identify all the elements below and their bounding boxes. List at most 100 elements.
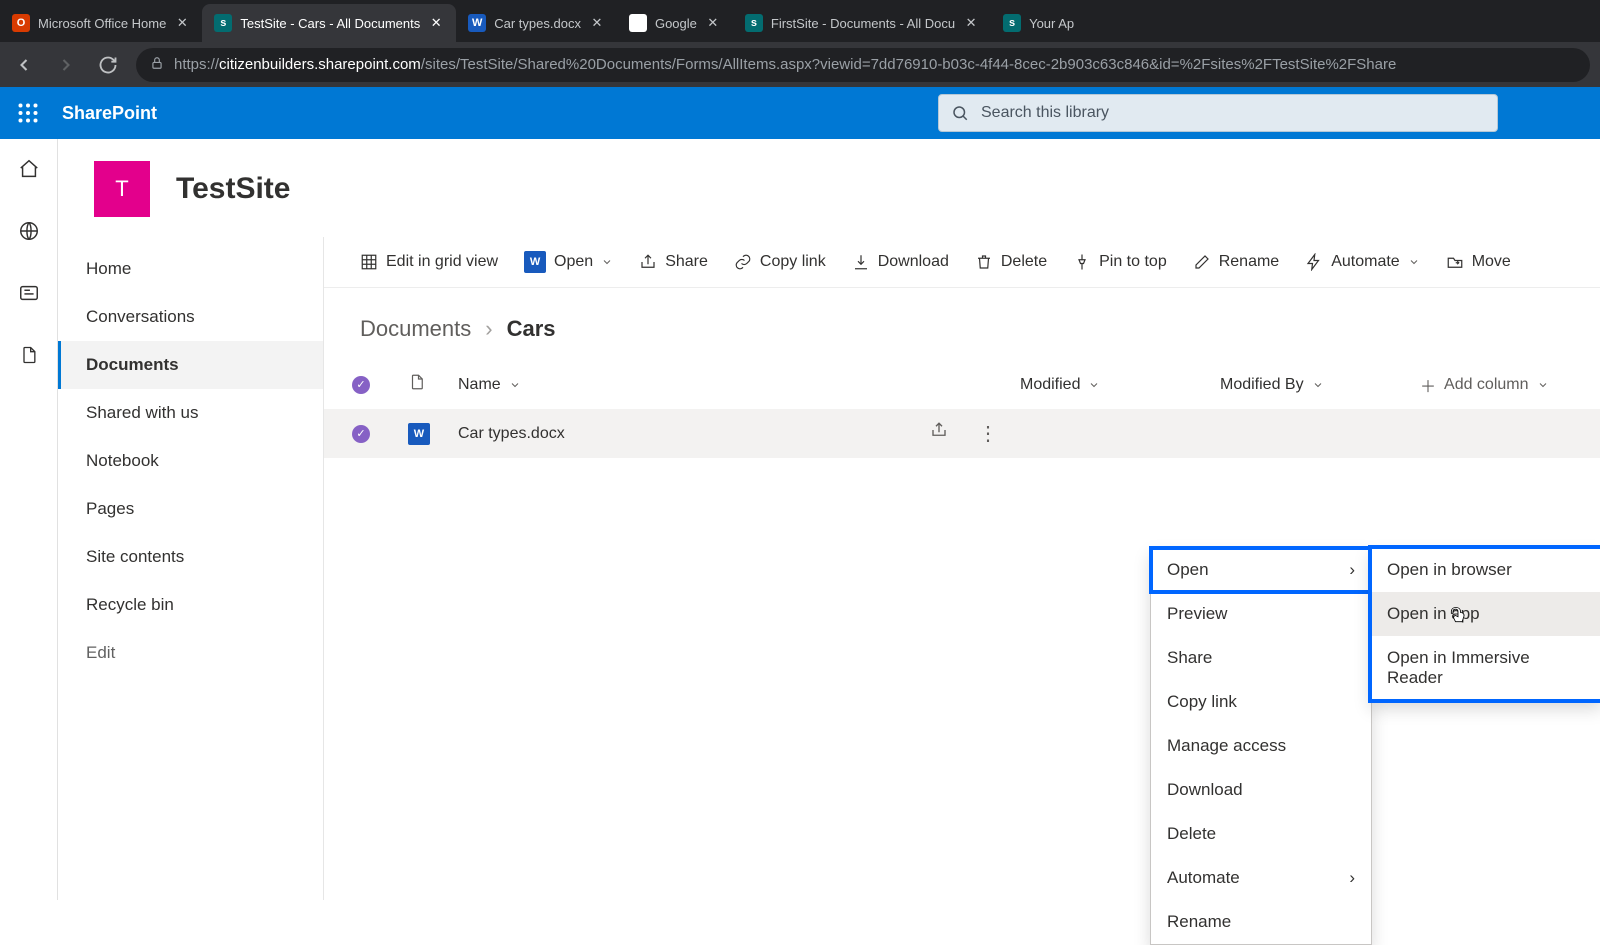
site-title[interactable]: TestSite bbox=[176, 172, 290, 206]
open-button[interactable]: WOpen bbox=[524, 251, 613, 273]
file-name[interactable]: Car types.docx bbox=[458, 425, 565, 443]
url-text: https://citizenbuilders.sharepoint.com/s… bbox=[174, 56, 1396, 73]
search-placeholder: Search this library bbox=[981, 104, 1109, 122]
row-select-toggle[interactable] bbox=[352, 425, 370, 443]
close-icon[interactable]: ✕ bbox=[428, 15, 444, 31]
browser-tab[interactable]: s Your Ap bbox=[991, 4, 1086, 42]
share-button[interactable]: Share bbox=[639, 253, 708, 271]
submenu-open-browser[interactable]: Open in browser bbox=[1371, 548, 1600, 592]
breadcrumb-root[interactable]: Documents bbox=[360, 316, 471, 342]
download-button[interactable]: Download bbox=[852, 253, 949, 271]
browser-tab[interactable]: s FirstSite - Documents - All Docu ✕ bbox=[733, 4, 991, 42]
nav-recycle-bin[interactable]: Recycle bin bbox=[58, 581, 323, 629]
close-icon[interactable]: ✕ bbox=[174, 15, 190, 31]
submenu-open-immersive[interactable]: Open in Immersive Reader bbox=[1371, 636, 1600, 700]
menu-delete[interactable]: Delete bbox=[1151, 812, 1371, 856]
sharepoint-icon: s bbox=[214, 14, 232, 32]
tab-title: Your Ap bbox=[1029, 16, 1074, 31]
lock-icon bbox=[150, 56, 164, 74]
site-header: T TestSite bbox=[58, 139, 1600, 237]
reload-button[interactable] bbox=[94, 51, 122, 79]
back-button[interactable] bbox=[10, 51, 38, 79]
browser-toolbar: https://citizenbuilders.sharepoint.com/s… bbox=[0, 42, 1600, 87]
nav-edit[interactable]: Edit bbox=[58, 629, 323, 677]
command-bar: Edit in grid view WOpen Share Copy link … bbox=[324, 237, 1600, 288]
column-modified-by[interactable]: Modified By bbox=[1220, 376, 1420, 394]
nav-home[interactable]: Home bbox=[58, 245, 323, 293]
global-nav-rail bbox=[0, 139, 58, 900]
table-row[interactable]: W Car types.docx ⋮ bbox=[324, 409, 1600, 458]
add-column-button[interactable]: ＋ Add column bbox=[1420, 373, 1600, 397]
sharepoint-icon: s bbox=[745, 14, 763, 32]
nav-notebook[interactable]: Notebook bbox=[58, 437, 323, 485]
menu-automate[interactable]: Automate› bbox=[1151, 856, 1371, 900]
menu-rename[interactable]: Rename bbox=[1151, 900, 1371, 944]
chevron-right-icon: › bbox=[1349, 560, 1355, 580]
close-icon[interactable]: ✕ bbox=[589, 15, 605, 31]
home-icon[interactable] bbox=[17, 157, 41, 181]
menu-manage-access[interactable]: Manage access bbox=[1151, 724, 1371, 768]
tab-title: Car types.docx bbox=[494, 16, 581, 31]
google-icon: G bbox=[629, 14, 647, 32]
browser-tab[interactable]: O Microsoft Office Home ✕ bbox=[0, 4, 202, 42]
browser-tab[interactable]: s TestSite - Cars - All Documents ✕ bbox=[202, 4, 456, 42]
menu-copy-link[interactable]: Copy link bbox=[1151, 680, 1371, 724]
search-input[interactable]: Search this library bbox=[938, 94, 1498, 132]
nav-pages[interactable]: Pages bbox=[58, 485, 323, 533]
column-name[interactable]: Name bbox=[458, 376, 1020, 394]
rename-button[interactable]: Rename bbox=[1193, 253, 1279, 271]
browser-tab[interactable]: G Google ✕ bbox=[617, 4, 733, 42]
word-icon: W bbox=[468, 14, 486, 32]
word-icon: W bbox=[408, 423, 430, 445]
open-submenu: Open in browser Open in app Open in Imme… bbox=[1370, 547, 1600, 701]
select-all-toggle[interactable] bbox=[352, 376, 370, 394]
chevron-right-icon: › bbox=[485, 316, 492, 342]
office-icon: O bbox=[12, 14, 30, 32]
menu-preview[interactable]: Preview bbox=[1151, 592, 1371, 636]
menu-share[interactable]: Share bbox=[1151, 636, 1371, 680]
breadcrumb: Documents › Cars bbox=[324, 288, 1600, 360]
forward-button[interactable] bbox=[52, 51, 80, 79]
tab-title: TestSite - Cars - All Documents bbox=[240, 16, 420, 31]
tab-title: Google bbox=[655, 16, 697, 31]
site-logo[interactable]: T bbox=[94, 161, 150, 217]
column-modified[interactable]: Modified bbox=[1020, 376, 1220, 394]
tab-title: FirstSite - Documents - All Docu bbox=[771, 16, 955, 31]
files-icon[interactable] bbox=[17, 343, 41, 367]
nav-conversations[interactable]: Conversations bbox=[58, 293, 323, 341]
move-button[interactable]: Move bbox=[1446, 253, 1511, 271]
copy-link-button[interactable]: Copy link bbox=[734, 253, 826, 271]
word-icon: W bbox=[524, 251, 546, 273]
nav-documents[interactable]: Documents bbox=[58, 341, 323, 389]
document-list: Name Modified Modified By ＋ Add column W… bbox=[324, 360, 1600, 458]
browser-tab-strip: O Microsoft Office Home ✕ s TestSite - C… bbox=[0, 0, 1600, 42]
file-type-icon bbox=[408, 372, 458, 397]
menu-open[interactable]: Open › bbox=[1151, 548, 1371, 592]
chevron-right-icon: › bbox=[1349, 868, 1355, 888]
submenu-open-app[interactable]: Open in app bbox=[1371, 592, 1600, 636]
brand-label[interactable]: SharePoint bbox=[62, 103, 157, 124]
close-icon[interactable]: ✕ bbox=[963, 15, 979, 31]
globe-icon[interactable] bbox=[17, 219, 41, 243]
address-bar[interactable]: https://citizenbuilders.sharepoint.com/s… bbox=[136, 48, 1590, 82]
app-launcher-icon[interactable] bbox=[12, 97, 44, 129]
breadcrumb-current: Cars bbox=[507, 316, 556, 342]
delete-button[interactable]: Delete bbox=[975, 253, 1047, 271]
side-nav: Home Conversations Documents Shared with… bbox=[58, 237, 324, 900]
news-icon[interactable] bbox=[17, 281, 41, 305]
nav-shared[interactable]: Shared with us bbox=[58, 389, 323, 437]
share-icon[interactable] bbox=[930, 421, 948, 446]
automate-button[interactable]: Automate bbox=[1305, 253, 1419, 271]
column-headers: Name Modified Modified By ＋ Add column bbox=[324, 360, 1600, 409]
context-menu: Open › Preview Share Copy link Manage ac… bbox=[1150, 547, 1372, 945]
page-content: Edit in grid view WOpen Share Copy link … bbox=[324, 237, 1600, 900]
pin-button[interactable]: Pin to top bbox=[1073, 253, 1167, 271]
suite-header: SharePoint Search this library bbox=[0, 87, 1600, 139]
menu-download[interactable]: Download bbox=[1151, 768, 1371, 812]
nav-site-contents[interactable]: Site contents bbox=[58, 533, 323, 581]
more-actions-icon[interactable]: ⋮ bbox=[978, 421, 996, 446]
close-icon[interactable]: ✕ bbox=[705, 15, 721, 31]
edit-grid-button[interactable]: Edit in grid view bbox=[360, 253, 498, 271]
browser-tab[interactable]: W Car types.docx ✕ bbox=[456, 4, 617, 42]
tab-title: Microsoft Office Home bbox=[38, 16, 166, 31]
